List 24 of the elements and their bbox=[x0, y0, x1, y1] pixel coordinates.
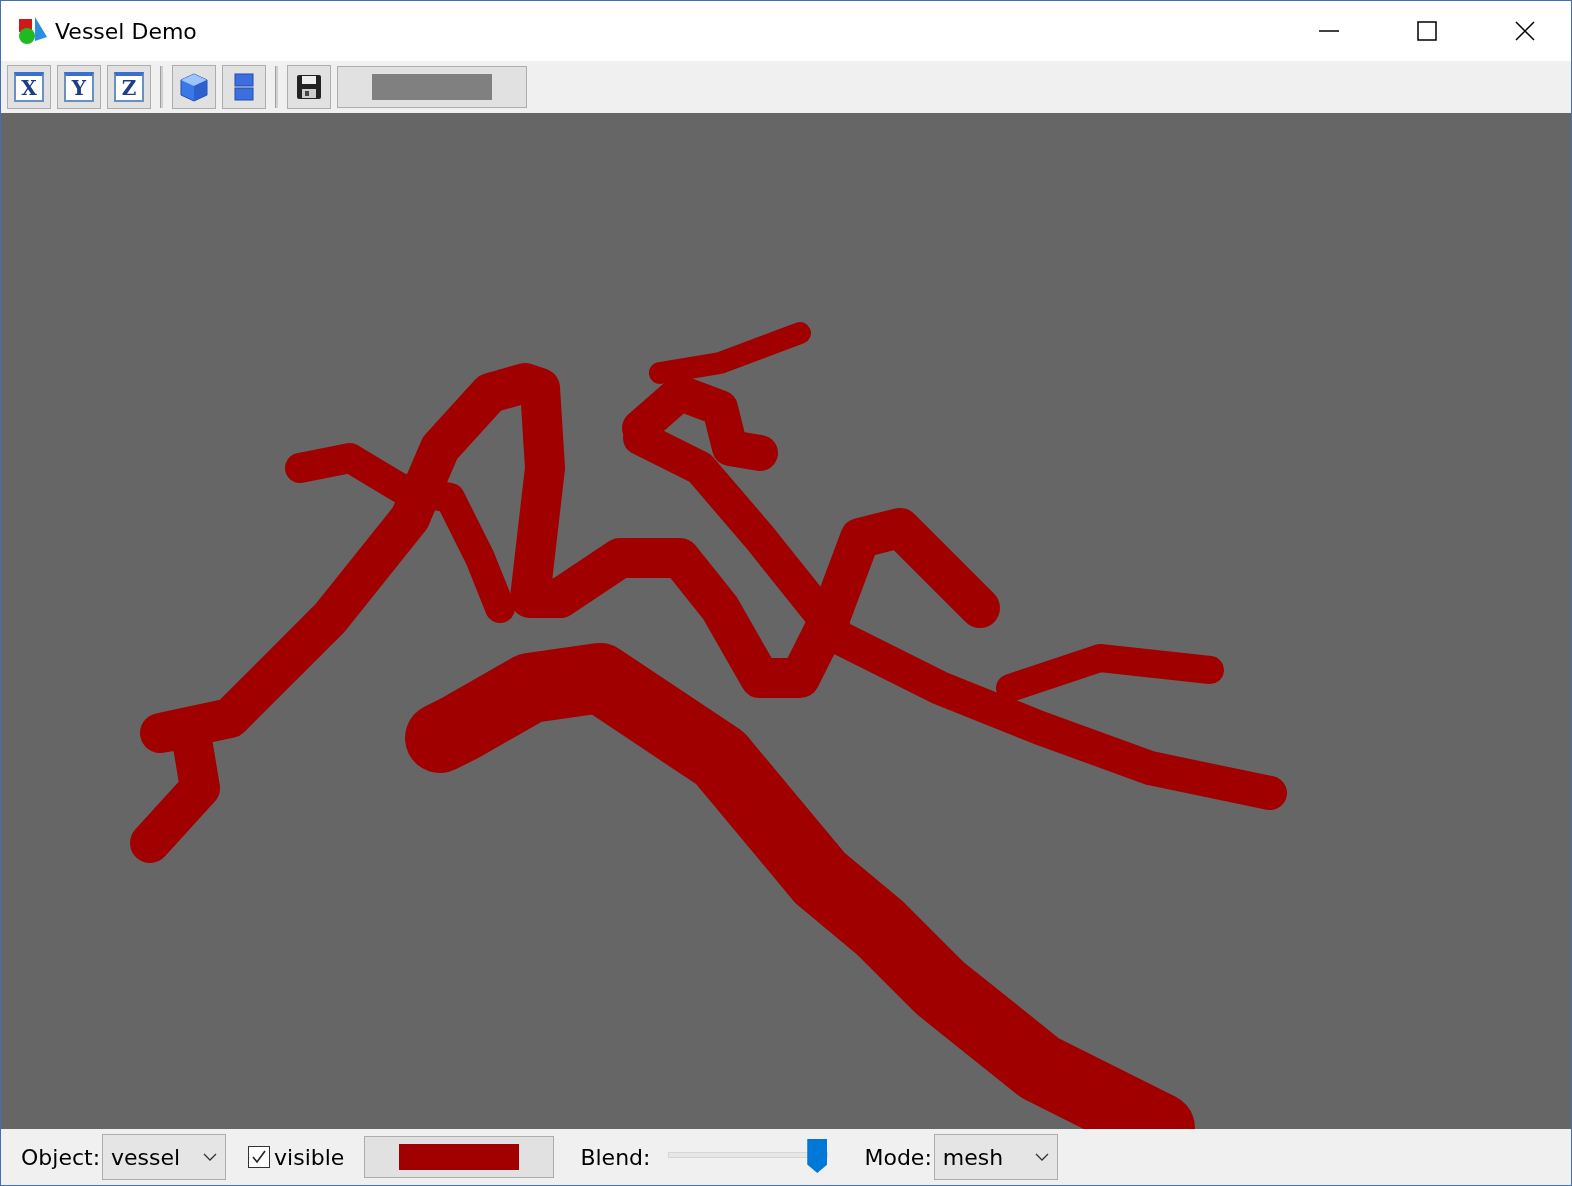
object-dropdown[interactable]: vessel bbox=[102, 1134, 227, 1180]
maximize-icon[interactable] bbox=[1417, 21, 1437, 41]
visible-label: visible bbox=[274, 1144, 345, 1170]
caret-icon bbox=[1034, 1153, 1049, 1161]
save-button[interactable] bbox=[287, 65, 331, 109]
save-icon bbox=[294, 72, 324, 102]
view-button[interactable] bbox=[172, 65, 216, 109]
blend-label: Blend: bbox=[580, 1144, 651, 1170]
axis-view-button[interactable]: Z bbox=[107, 65, 151, 109]
object-label: Object: bbox=[21, 1144, 101, 1170]
layout-button[interactable] bbox=[222, 65, 266, 109]
blend-slider-thumb[interactable] bbox=[807, 1139, 828, 1173]
background-color-button[interactable] bbox=[337, 66, 527, 108]
cube-icon bbox=[179, 72, 209, 102]
visible-checkbox[interactable] bbox=[248, 1146, 271, 1168]
close-icon[interactable] bbox=[1515, 21, 1535, 41]
app-icon bbox=[17, 15, 49, 47]
axis-view-button[interactable]: X bbox=[7, 65, 51, 109]
caret-icon bbox=[203, 1153, 218, 1161]
object-color-button[interactable] bbox=[364, 1136, 555, 1178]
mode-dropdown[interactable]: mesh bbox=[933, 1134, 1058, 1180]
window-title: Vessel Demo bbox=[55, 18, 197, 44]
axis-view-button[interactable]: Y bbox=[57, 65, 101, 109]
mode-label: Mode: bbox=[864, 1144, 932, 1170]
